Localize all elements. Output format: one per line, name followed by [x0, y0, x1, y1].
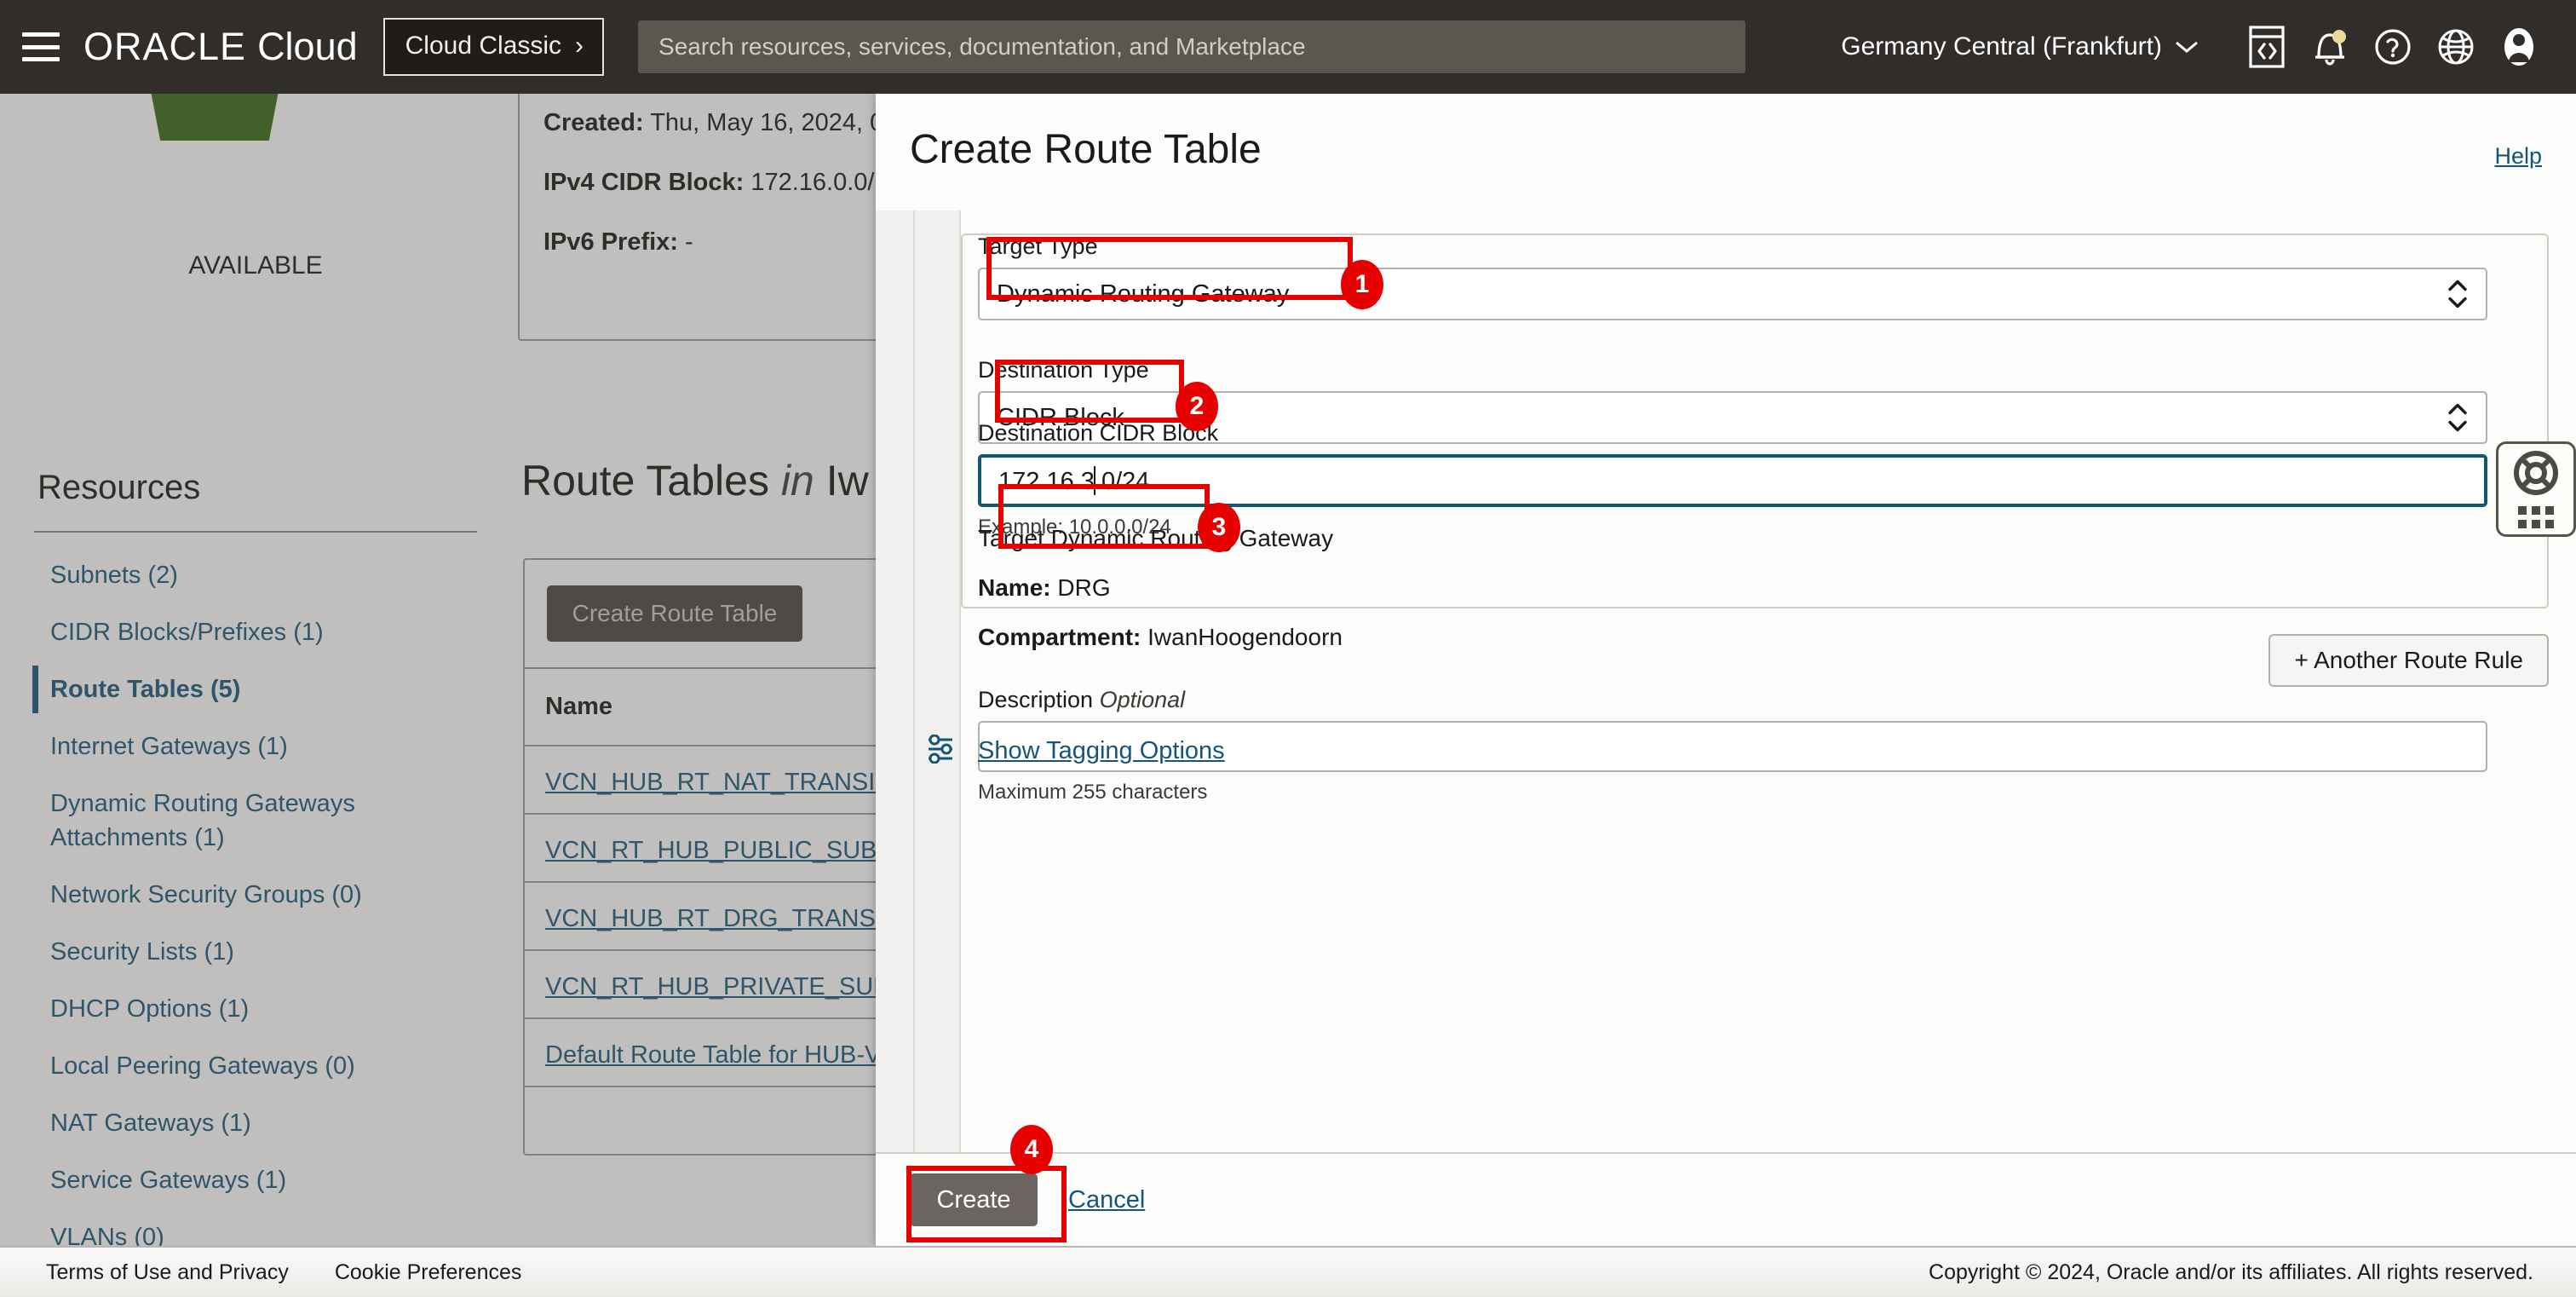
- brand-oracle-text: ORACLE: [83, 25, 247, 68]
- cidr-value-after: .0/24: [1094, 467, 1150, 495]
- target-drg-name-value: DRG: [1057, 574, 1111, 601]
- chevron-updown-icon: [2447, 280, 2469, 309]
- sliders-icon: [927, 734, 957, 768]
- target-drg-compartment-label: Compartment:: [978, 624, 1141, 650]
- chevron-down-icon: [2176, 41, 2198, 53]
- hamburger-icon[interactable]: [22, 32, 60, 61]
- destination-type-label: Destination Type: [978, 357, 1149, 383]
- target-drg-heading: Target Dynamic Routing Gateway: [978, 525, 1334, 551]
- target-drg-compartment-value: IwanHoogendoorn: [1147, 624, 1343, 650]
- destination-cidr-input[interactable]: 172.16.3.0/24: [978, 454, 2487, 507]
- support-widget[interactable]: [2496, 441, 2576, 537]
- help-question-icon[interactable]: [2361, 15, 2424, 78]
- description-label-text: Description: [978, 687, 1094, 712]
- drag-dots-handle[interactable]: [2518, 506, 2554, 528]
- tagging-row: Show Tagging Options: [927, 734, 1225, 768]
- dialog-header: Create Route Table Help: [876, 94, 2576, 210]
- help-link[interactable]: Help: [2494, 143, 2542, 170]
- target-drg-compartment-row: Compartment: IwanHoogendoorn: [978, 624, 1343, 651]
- description-label: Description Optional: [978, 687, 2487, 713]
- terms-link[interactable]: Terms of Use and Privacy: [46, 1260, 289, 1285]
- target-type-value: Dynamic Routing Gateway: [997, 280, 1290, 308]
- oracle-cloud-logo[interactable]: ORACLE Cloud: [83, 25, 358, 69]
- cidr-value-before: 172.16.3: [998, 467, 1095, 495]
- show-tagging-options-link[interactable]: Show Tagging Options: [978, 737, 1225, 765]
- create-button[interactable]: Create: [910, 1173, 1038, 1226]
- annotation-badge-4: 4: [1010, 1125, 1053, 1174]
- create-route-table-dialog: Create Route Table Help Target Type Dyna…: [876, 94, 2576, 1246]
- search-input[interactable]: Search resources, services, documentatio…: [638, 20, 1746, 73]
- target-type-select[interactable]: Dynamic Routing Gateway: [978, 268, 2487, 320]
- chevron-right-icon: ›: [575, 32, 584, 60]
- target-drg-name-row: Name: DRG: [978, 574, 1343, 602]
- target-type-field: Target Type Dynamic Routing Gateway: [978, 233, 2487, 320]
- nav-right-cluster: Germany Central (Frankfurt): [1841, 15, 2576, 78]
- cloud-classic-button[interactable]: Cloud Classic ›: [382, 18, 605, 76]
- add-another-route-rule-button[interactable]: + Another Route Rule: [2268, 634, 2549, 687]
- dialog-footer: Create Cancel: [876, 1152, 2576, 1246]
- language-globe-icon[interactable]: [2424, 15, 2487, 78]
- annotation-badge-1: 1: [1341, 260, 1383, 309]
- cancel-link[interactable]: Cancel: [1068, 1186, 1145, 1214]
- target-drg-info: Target Dynamic Routing Gateway Name: DRG…: [978, 525, 1343, 651]
- user-avatar-icon[interactable]: [2487, 15, 2550, 78]
- cloud-classic-label: Cloud Classic: [405, 32, 562, 60]
- page-footer: Terms of Use and Privacy Cookie Preferen…: [0, 1246, 2576, 1297]
- search-placeholder: Search resources, services, documentatio…: [658, 33, 1306, 60]
- brand-cloud-text: Cloud: [257, 25, 358, 68]
- dialog-title: Create Route Table: [910, 127, 1262, 172]
- notifications-bell-icon[interactable]: [2298, 15, 2361, 78]
- dialog-scroll-gutter[interactable]: [876, 210, 961, 1152]
- dialog-body: Target Type Dynamic Routing Gateway Dest…: [876, 210, 2576, 1152]
- description-optional: Optional: [1099, 687, 1186, 712]
- target-drg-name-label: Name:: [978, 574, 1051, 601]
- cloud-shell-icon[interactable]: [2235, 15, 2298, 78]
- lifebuoy-icon: [2513, 450, 2559, 500]
- cookie-preferences-link[interactable]: Cookie Preferences: [335, 1260, 522, 1285]
- destination-cidr-value: 172.16.3.0/24: [998, 465, 1150, 496]
- top-navigation-bar: ORACLE Cloud Cloud Classic › Search reso…: [0, 0, 2576, 94]
- region-selector[interactable]: Germany Central (Frankfurt): [1841, 32, 2199, 61]
- region-label: Germany Central (Frankfurt): [1841, 32, 2162, 61]
- annotation-badge-3: 3: [1198, 503, 1240, 552]
- annotation-badge-2: 2: [1176, 382, 1218, 431]
- target-type-label: Target Type: [978, 233, 1098, 259]
- copyright-text: Copyright © 2024, Oracle and/or its affi…: [1929, 1260, 2533, 1284]
- description-hint: Maximum 255 characters: [978, 781, 1208, 804]
